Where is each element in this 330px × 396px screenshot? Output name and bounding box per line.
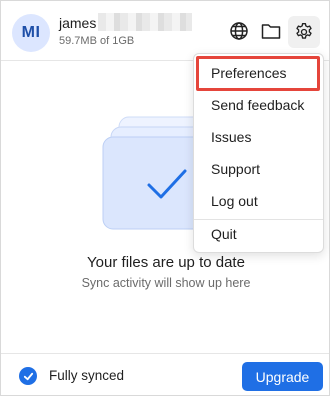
check-icon	[19, 367, 37, 385]
avatar[interactable]: MI	[12, 14, 50, 52]
username: james	[59, 15, 97, 31]
menu-item-log-out[interactable]: Log out	[194, 185, 323, 217]
menu-item-send-feedback[interactable]: Send feedback	[194, 89, 323, 121]
menu-item-issues[interactable]: Issues	[194, 121, 323, 153]
storage-quota: 59.7MB of 1GB	[59, 35, 135, 47]
footer: Fully synced Upgrade	[1, 353, 329, 396]
menu-item-quit[interactable]: Quit	[194, 218, 323, 250]
settings-button[interactable]	[288, 16, 320, 48]
status-title: Your files are up to date	[87, 254, 245, 271]
status-subtitle: Sync activity will show up here	[81, 276, 251, 290]
menu-item-preferences[interactable]: Preferences	[194, 57, 323, 89]
settings-menu: Preferences Send feedback Issues Support…	[193, 53, 324, 253]
app-window: MI james 59.7MB of 1GB Your files are up…	[0, 0, 330, 396]
sync-status-label: Fully synced	[49, 368, 125, 383]
folder-icon[interactable]	[259, 19, 283, 43]
upgrade-button[interactable]: Upgrade	[242, 362, 323, 391]
menu-item-support[interactable]: Support	[194, 153, 323, 185]
globe-icon[interactable]	[227, 19, 251, 43]
redacted-name	[98, 13, 192, 31]
header: MI james 59.7MB of 1GB	[1, 1, 329, 61]
gear-icon	[296, 23, 312, 39]
